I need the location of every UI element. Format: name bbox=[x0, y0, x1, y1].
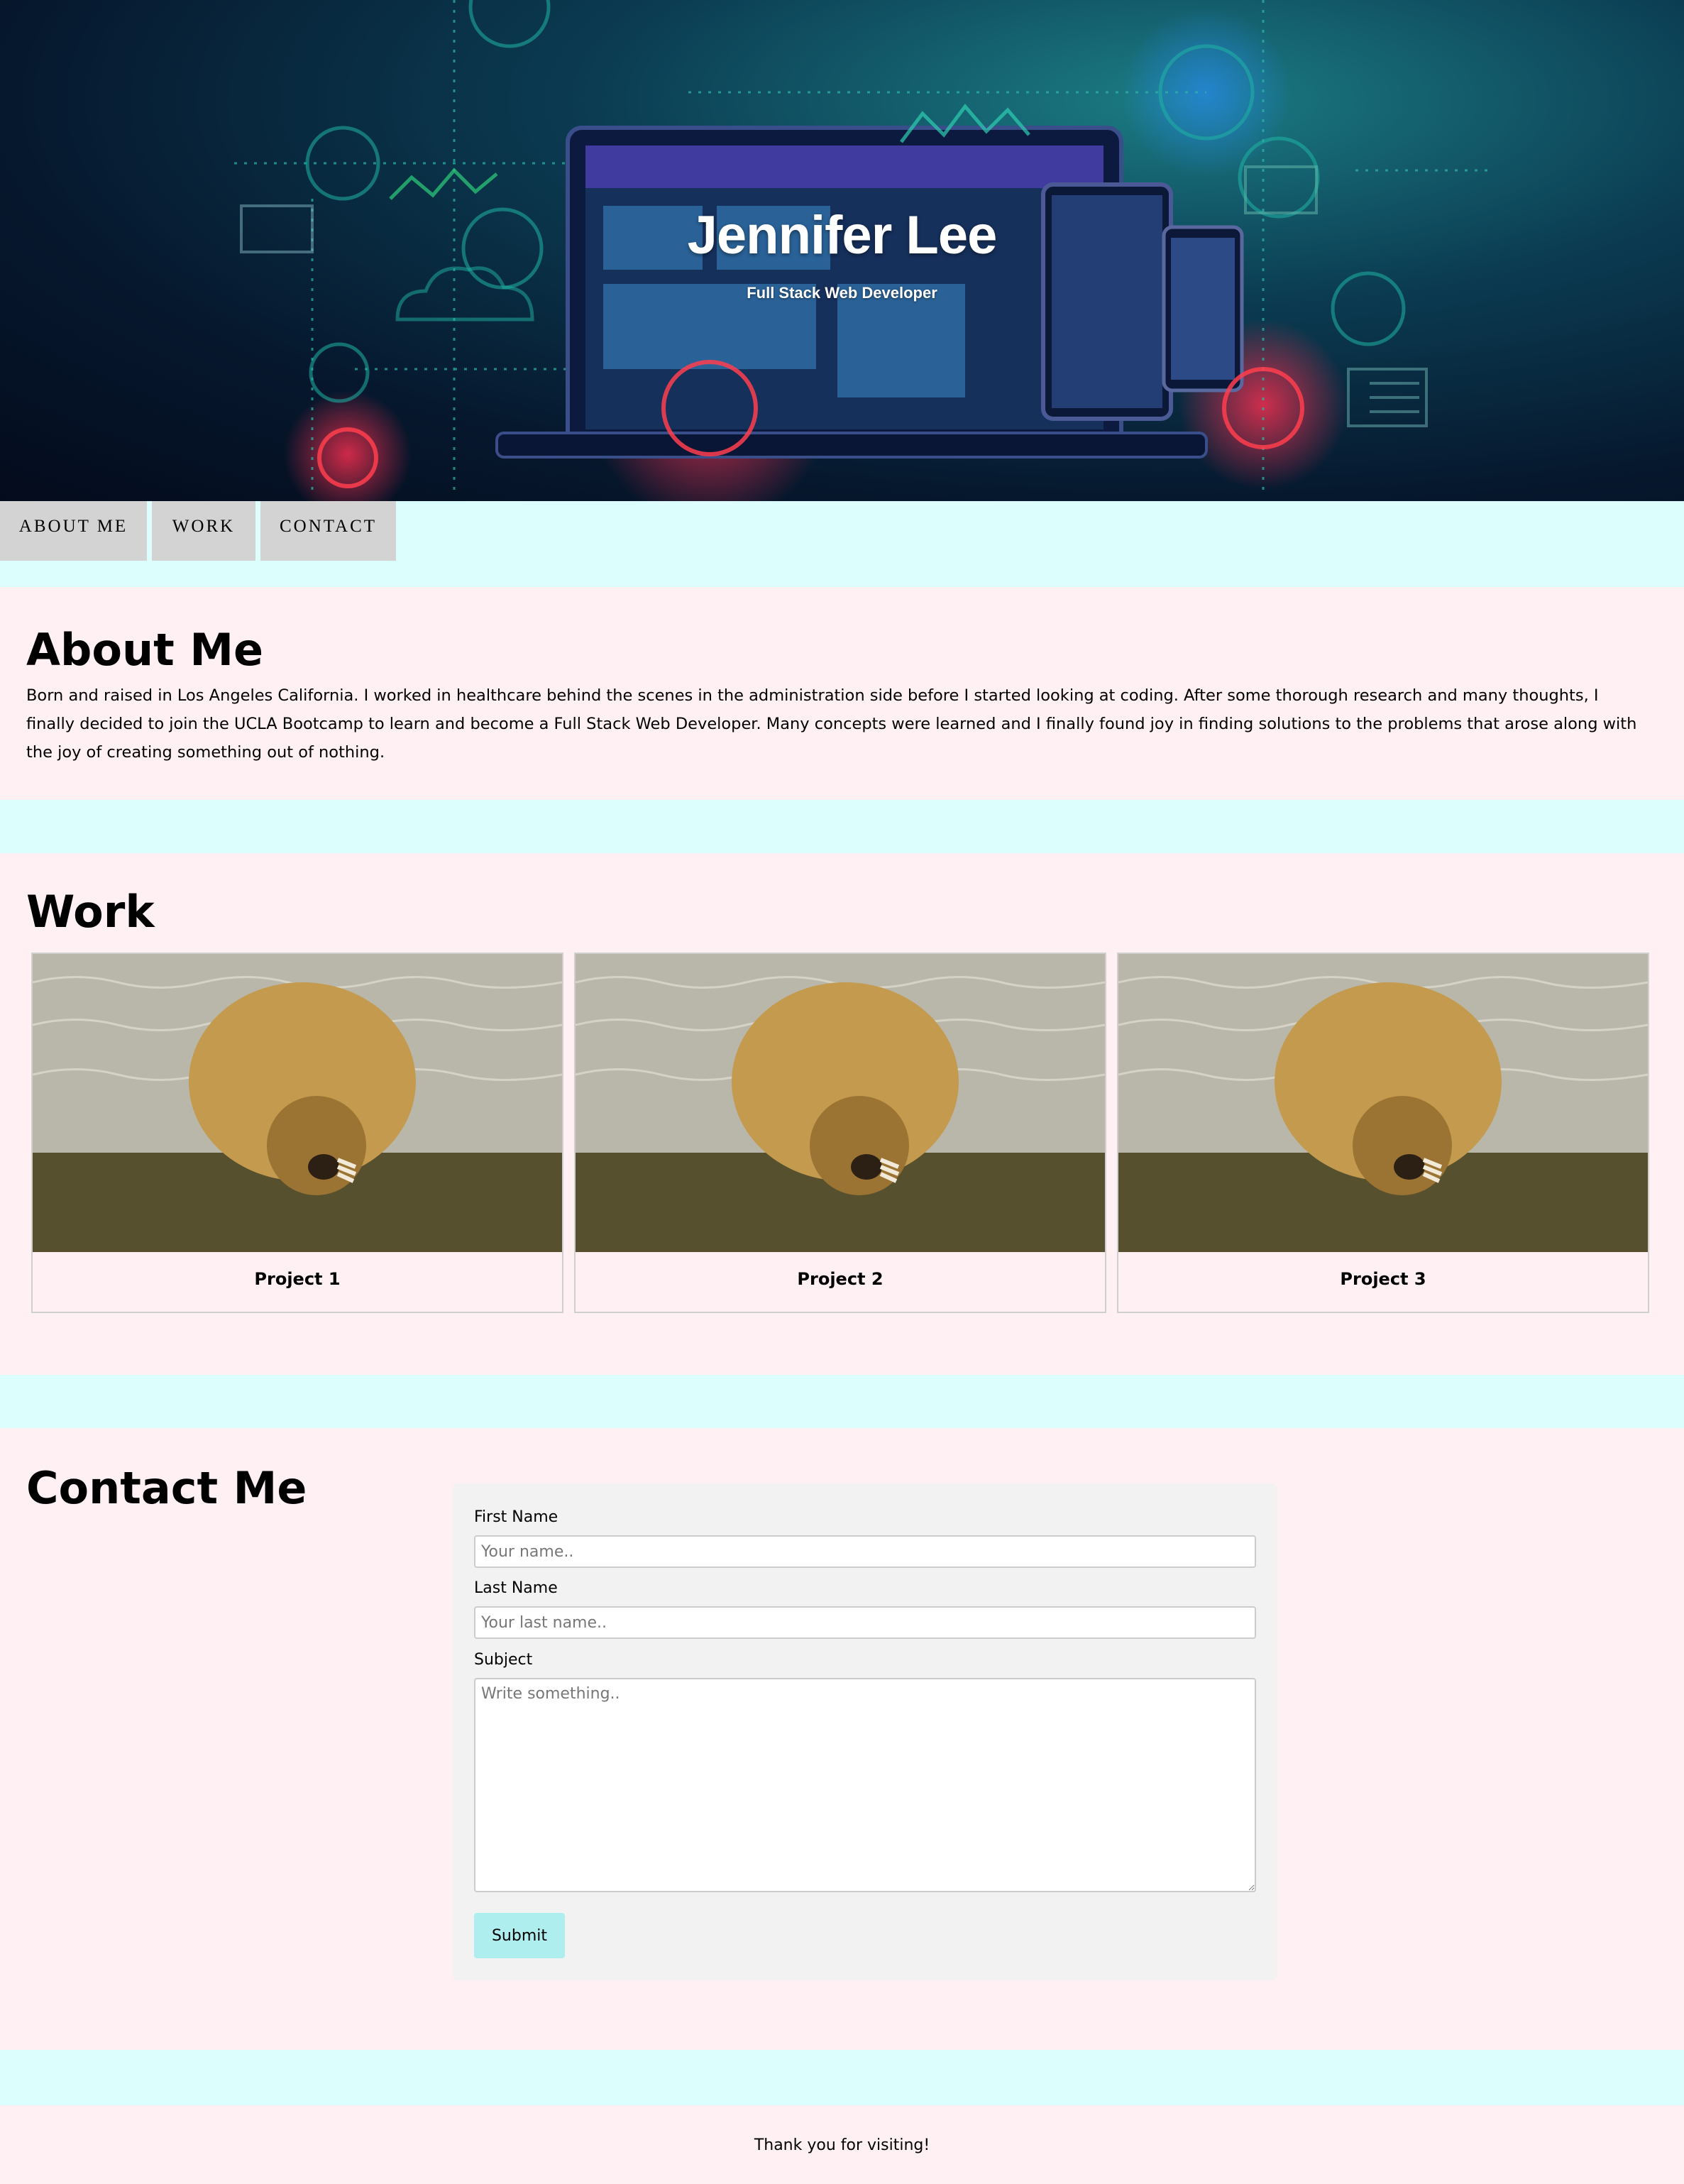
project-label: Project 2 bbox=[797, 1269, 884, 1289]
submit-button[interactable]: Submit bbox=[474, 1913, 565, 1958]
hero-subtitle: Full Stack Web Developer bbox=[747, 284, 937, 302]
last-name-input[interactable] bbox=[474, 1606, 1256, 1639]
bear-image bbox=[1118, 954, 1648, 1252]
work-heading: Work bbox=[26, 886, 155, 938]
footer: Thank you for visiting! bbox=[0, 2105, 1684, 2184]
nav-contact[interactable]: CONTACT bbox=[260, 501, 396, 561]
project-card-2[interactable]: Project 2 bbox=[574, 953, 1106, 1313]
subject-label: Subject bbox=[474, 1651, 533, 1669]
work-section: Work Project 1 Project 2 Project 3 bbox=[0, 853, 1684, 1375]
project-card-1[interactable]: Project 1 bbox=[31, 953, 563, 1313]
bear-image bbox=[576, 954, 1105, 1252]
hero-name: Jennifer Lee bbox=[687, 205, 998, 265]
bear-image bbox=[33, 954, 562, 1252]
subject-textarea[interactable] bbox=[474, 1678, 1256, 1892]
project-card-3[interactable]: Project 3 bbox=[1117, 953, 1649, 1313]
nav-work[interactable]: WORK bbox=[152, 501, 255, 561]
hero-banner: Jennifer Lee Full Stack Web Developer bbox=[0, 0, 1684, 501]
contact-section: Contact Me First Name Last Name Subject … bbox=[0, 1428, 1684, 2050]
main-nav: ABOUT ME WORK CONTACT bbox=[0, 501, 396, 561]
first-name-label: First Name bbox=[474, 1508, 558, 1526]
contact-form: First Name Last Name Subject Submit bbox=[453, 1483, 1277, 1980]
about-heading: About Me bbox=[26, 624, 264, 676]
about-section: About Me Born and raised in Los Angeles … bbox=[0, 587, 1684, 800]
nav-about-me[interactable]: ABOUT ME bbox=[0, 501, 147, 561]
footer-text: Thank you for visiting! bbox=[754, 2136, 930, 2154]
contact-heading: Contact Me bbox=[26, 1462, 307, 1514]
about-text: Born and raised in Los Angeles Californi… bbox=[26, 686, 1637, 762]
project-label: Project 3 bbox=[1340, 1269, 1426, 1289]
project-label: Project 1 bbox=[254, 1269, 341, 1289]
last-name-label: Last Name bbox=[474, 1579, 558, 1597]
first-name-input[interactable] bbox=[474, 1535, 1256, 1568]
